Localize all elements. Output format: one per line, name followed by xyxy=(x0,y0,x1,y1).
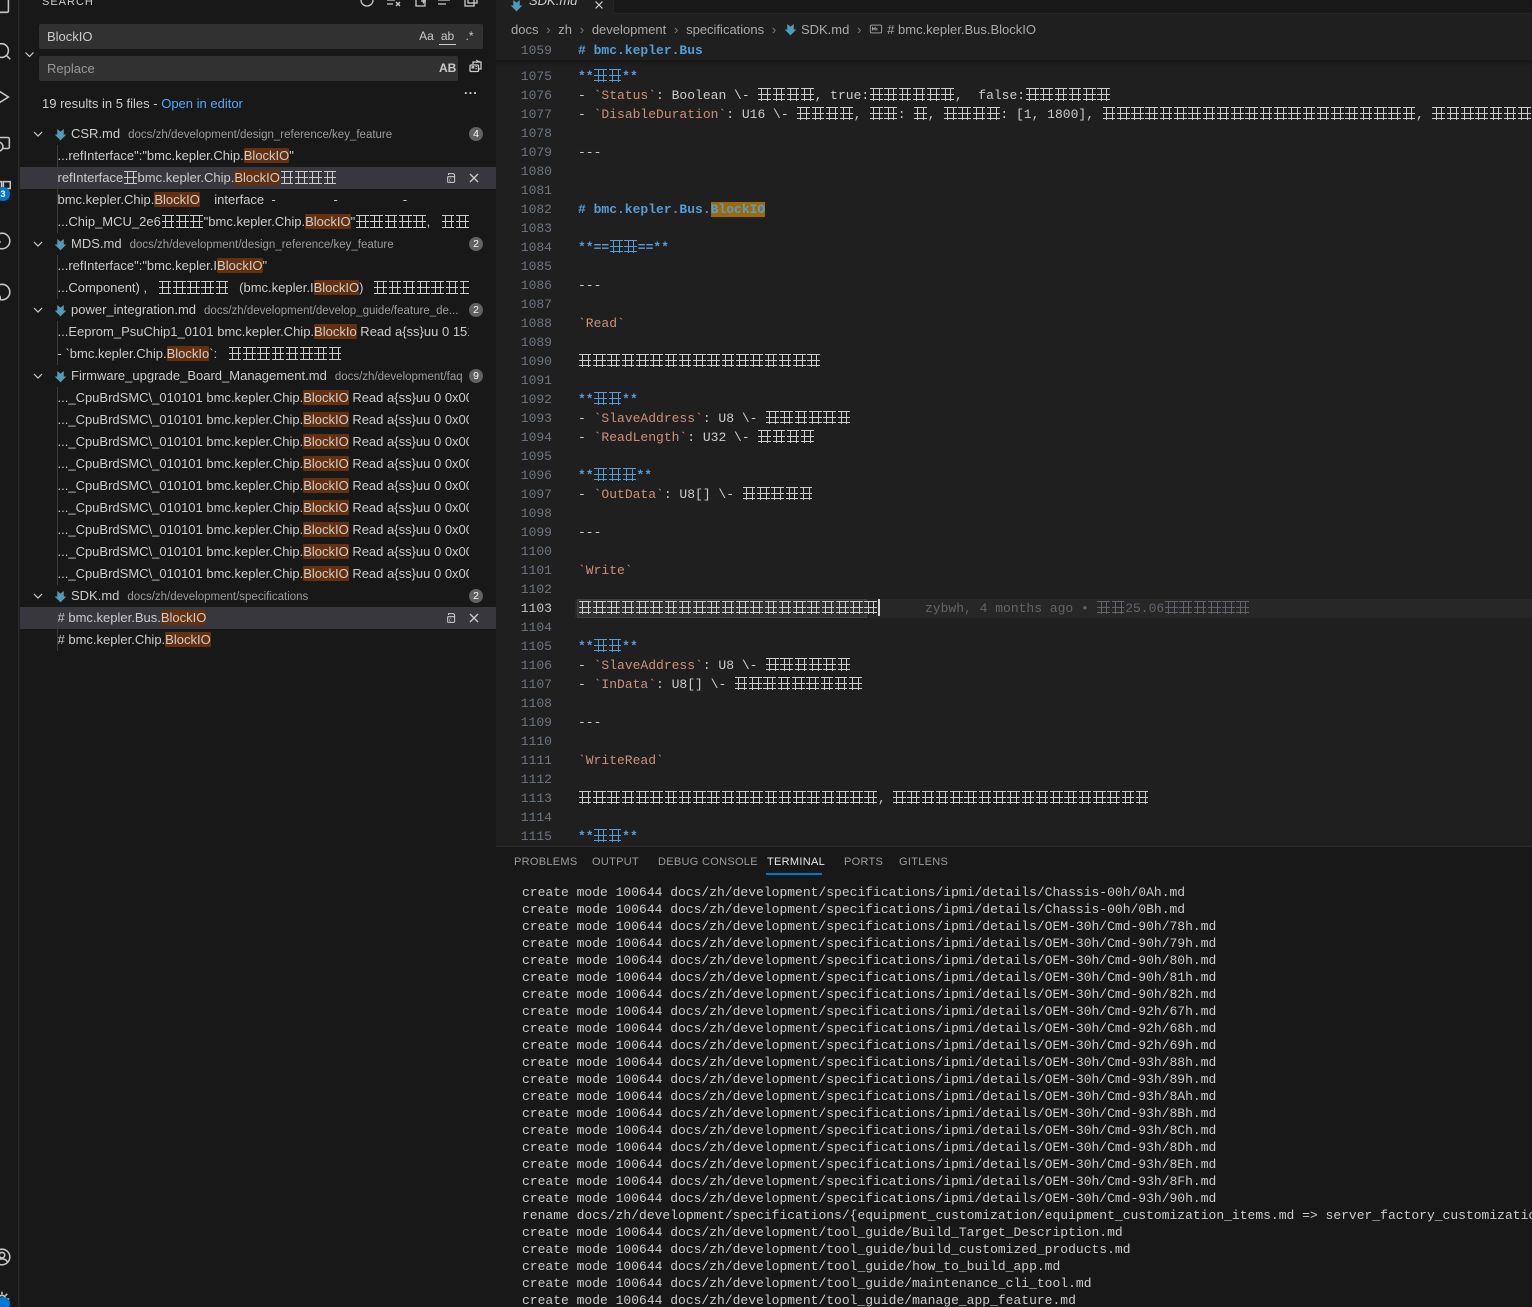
svg-text:c: c xyxy=(449,177,452,183)
svg-text:c: c xyxy=(449,617,452,623)
